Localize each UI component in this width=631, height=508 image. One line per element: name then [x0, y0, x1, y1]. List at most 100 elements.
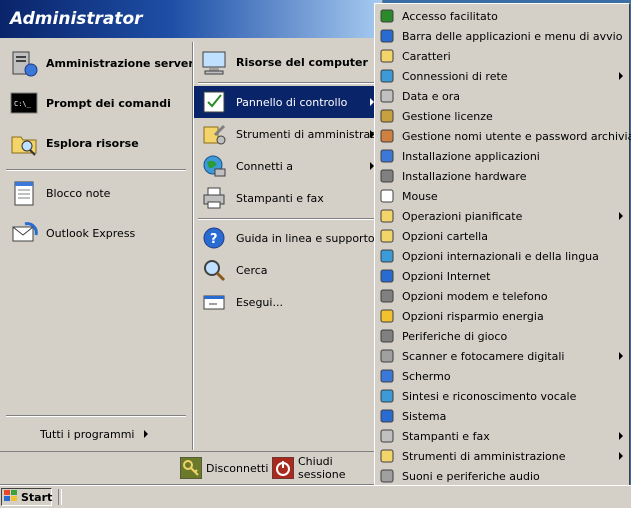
windows-logo-icon — [4, 489, 18, 505]
submenu-item-label: Barra delle applicazioni e menu di avvio — [402, 29, 623, 43]
separator — [6, 169, 186, 171]
chevron-right-icon — [619, 432, 623, 440]
submenu-item-label: Operazioni pianificate — [402, 209, 523, 223]
submenu-item[interactable]: Operazioni pianificate — [375, 206, 629, 226]
submenu-item-label: Strumenti di amministrazione — [402, 449, 566, 463]
all-programs-button[interactable]: Tutti i programmi — [40, 425, 149, 443]
menu-item-label: Cerca — [236, 263, 268, 277]
submenu-item-label: Installazione hardware — [402, 169, 527, 183]
submenu-item-label: Scanner e fotocamere digitali — [402, 349, 565, 363]
notepad-icon — [8, 177, 40, 209]
submenu-item-label: Opzioni internazionali e della lingua — [402, 249, 599, 263]
submenu-item[interactable]: Installazione applicazioni — [375, 146, 629, 166]
menu-item-label: Guida in linea e supporto t... — [236, 231, 393, 245]
submenu-item[interactable]: Strumenti di amministrazione — [375, 446, 629, 466]
left-pane: Amministrazione server C:\_ Prompt dei c… — [0, 42, 194, 450]
submenu-item[interactable]: Data e ora — [375, 86, 629, 106]
submenu-item[interactable]: Opzioni modem e telefono — [375, 286, 629, 306]
menu-item-label: Amministrazione server — [46, 56, 194, 70]
submenu-item[interactable]: Schermo — [375, 366, 629, 386]
network-globe-icon — [198, 150, 230, 182]
menu-item-admin-tools[interactable]: Strumenti di amministrazione — [194, 118, 400, 150]
menu-item-label: Outlook Express — [46, 226, 136, 240]
submenu-item-label: Accesso facilitato — [402, 9, 498, 23]
logoff-button[interactable]: Disconnetti — [180, 457, 268, 479]
submenu-item-label: Gestione licenze — [402, 109, 493, 123]
accessibility-icon — [379, 8, 395, 24]
control-panel-icon — [198, 86, 230, 118]
svg-text:?: ? — [210, 232, 218, 247]
chevron-right-icon — [619, 452, 623, 460]
submenu-item[interactable]: Mouse — [375, 186, 629, 206]
separator — [6, 415, 186, 417]
menu-item-printers[interactable]: Stampanti e fax — [194, 182, 380, 214]
submenu-item-label: Caratteri — [402, 49, 451, 63]
submenu-item-label: Opzioni risparmio energia — [402, 309, 544, 323]
submenu-item-label: Opzioni Internet — [402, 269, 491, 283]
start-menu-header: Administrator — [0, 0, 382, 38]
submenu-item[interactable]: Sintesi e riconoscimento vocale — [375, 386, 629, 406]
submenu-item[interactable]: Opzioni risparmio energia — [375, 306, 629, 326]
network-connections-icon — [379, 68, 395, 84]
run-icon — [198, 286, 230, 318]
submenu-item[interactable]: Periferiche di gioco — [375, 326, 629, 346]
folder-options-icon — [379, 228, 395, 244]
submenu-item[interactable]: Gestione nomi utente e password archivia… — [375, 126, 631, 146]
submenu-item[interactable]: Suoni e periferiche audio — [375, 466, 629, 486]
menu-item-notepad[interactable]: Blocco note — [0, 177, 192, 209]
submenu-item-label: Opzioni cartella — [402, 229, 488, 243]
start-menu: Administrator Amministrazione server C:\… — [0, 0, 400, 485]
clock-icon — [379, 88, 395, 104]
taskbar-icon — [379, 28, 395, 44]
submenu-item[interactable]: Opzioni cartella — [375, 226, 629, 246]
submenu-item[interactable]: Scanner e fotocamere digitali — [375, 346, 629, 366]
outlook-express-icon — [8, 217, 40, 249]
submenu-item[interactable]: Gestione licenze — [375, 106, 629, 126]
logoff-label: Disconnetti — [206, 461, 269, 475]
shutdown-button[interactable]: Chiudi sessione — [272, 455, 382, 481]
submenu-item-label: Gestione nomi utente e password archivia… — [402, 129, 631, 143]
sounds-audio-icon — [379, 468, 395, 484]
menu-item-explorer[interactable]: Esplora risorse — [0, 127, 192, 159]
licensing-icon — [379, 108, 395, 124]
menu-item-outlook-express[interactable]: Outlook Express — [0, 217, 192, 249]
menu-item-label: Connetti a — [236, 159, 294, 173]
add-hardware-icon — [379, 168, 395, 184]
admin-tools-icon — [198, 118, 230, 150]
menu-item-label: Stampanti e fax — [236, 191, 324, 205]
menu-item-search[interactable]: Cerca — [194, 254, 380, 286]
system-icon — [379, 408, 395, 424]
submenu-item[interactable]: Barra delle applicazioni e menu di avvio — [375, 26, 629, 46]
start-button[interactable]: Start — [1, 488, 52, 506]
submenu-item[interactable]: Opzioni Internet — [375, 266, 629, 286]
submenu-item[interactable]: Accesso facilitato — [375, 6, 629, 26]
menu-item-run[interactable]: Esegui... — [194, 286, 380, 318]
submenu-item[interactable]: Opzioni internazionali e della lingua — [375, 246, 629, 266]
search-icon — [198, 254, 230, 286]
start-label: Start — [21, 490, 53, 504]
menu-item-connect-to[interactable]: Connetti a — [194, 150, 380, 182]
printers-fax-icon — [379, 428, 395, 444]
submenu-item[interactable]: Sistema — [375, 406, 629, 426]
submenu-item[interactable]: Caratteri — [375, 46, 629, 66]
submenu-item[interactable]: Stampanti e fax — [375, 426, 629, 446]
help-icon: ? — [198, 222, 230, 254]
submenu-item-label: Installazione applicazioni — [402, 149, 540, 163]
submenu-item[interactable]: Connessioni di rete — [375, 66, 629, 86]
modem-phone-icon — [379, 288, 395, 304]
menu-item-label: Risorse del computer — [236, 55, 368, 69]
submenu-item[interactable]: Installazione hardware — [375, 166, 629, 186]
command-prompt-icon: C:\_ — [8, 87, 40, 119]
menu-item-control-panel[interactable]: Pannello di controllo — [194, 86, 380, 118]
speech-icon — [379, 388, 395, 404]
chevron-right-icon — [619, 352, 623, 360]
submenu-item-label: Mouse — [402, 189, 438, 203]
display-icon — [379, 368, 395, 384]
submenu-item-label: Data e ora — [402, 89, 461, 103]
menu-item-server-admin[interactable]: Amministrazione server — [0, 47, 194, 79]
menu-item-my-computer[interactable]: Risorse del computer — [194, 46, 382, 78]
menu-item-help[interactable]: ? Guida in linea e supporto t... — [194, 222, 393, 254]
separator — [198, 82, 378, 84]
admin-tools-icon — [379, 448, 395, 464]
menu-item-command-prompt[interactable]: C:\_ Prompt dei comandi — [0, 87, 192, 119]
